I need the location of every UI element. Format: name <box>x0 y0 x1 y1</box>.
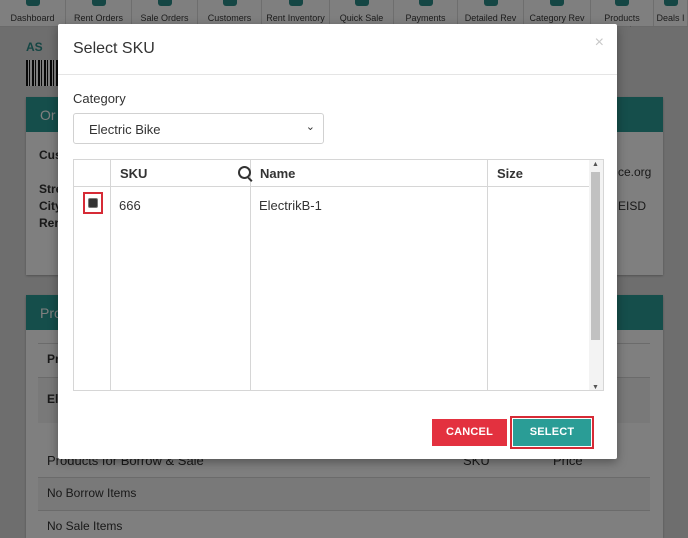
sku-table: SKU Name Size 666 ElectrikB-1 ▲ ▼ <box>73 159 604 391</box>
column-header-name[interactable]: Name <box>260 166 295 181</box>
chevron-down-icon: ⌄ <box>305 121 315 133</box>
row-name[interactable]: ElectrikB-1 <box>259 198 322 213</box>
scroll-down-icon[interactable]: ▼ <box>592 384 599 390</box>
column-divider <box>250 160 251 390</box>
category-select[interactable]: Electric Bike ⌄ <box>73 113 324 144</box>
column-divider <box>110 160 111 390</box>
cancel-button[interactable]: CANCEL <box>432 419 507 446</box>
row-sku[interactable]: 666 <box>119 198 141 213</box>
close-icon[interactable]: × <box>595 34 604 52</box>
modal-title: Select SKU <box>73 40 155 57</box>
category-select-value: Electric Bike <box>89 122 161 137</box>
column-header-sku[interactable]: SKU <box>120 166 147 181</box>
table-scrollbar[interactable]: ▲ ▼ <box>589 160 603 390</box>
row-checkbox-highlight <box>83 192 103 214</box>
select-button[interactable]: SELECT <box>510 416 594 449</box>
scrollbar-thumb[interactable] <box>591 172 600 340</box>
column-divider <box>487 160 488 390</box>
scroll-up-icon[interactable]: ▲ <box>592 161 599 168</box>
search-icon[interactable] <box>238 166 251 179</box>
row-checkbox[interactable] <box>88 198 98 208</box>
category-label: Category <box>73 91 126 106</box>
select-sku-modal: Select SKU × Category Electric Bike ⌄ SK… <box>58 24 617 459</box>
modal-divider <box>58 74 617 75</box>
column-header-size[interactable]: Size <box>497 166 523 181</box>
